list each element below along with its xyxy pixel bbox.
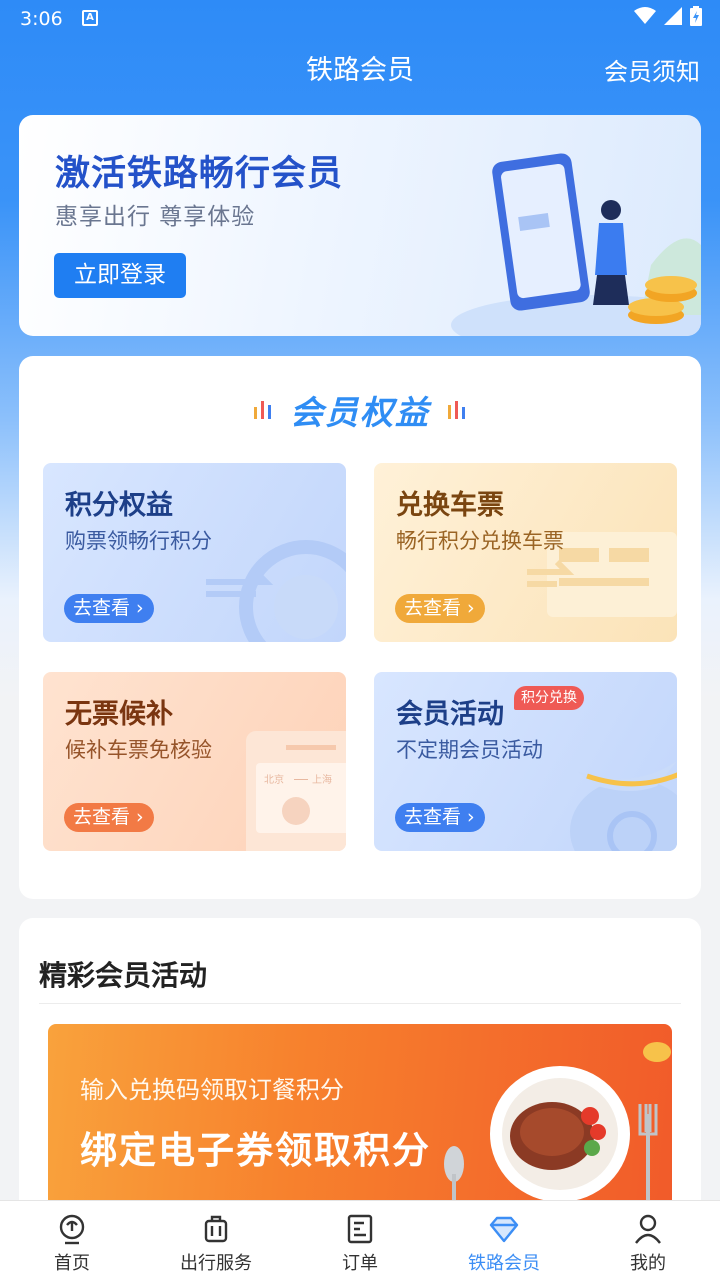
view-button[interactable]: 去查看 ›	[64, 594, 154, 623]
button-label: 去查看	[73, 597, 131, 619]
member-activity-card[interactable]: 积分兑换 会员活动 不定期会员活动 去查看 ›	[374, 672, 677, 851]
phone-person-illustration	[451, 153, 701, 336]
banner-subtitle: 输入兑换码领取订餐积分	[80, 1076, 344, 1104]
status-icons	[634, 6, 702, 26]
hero-title: 激活铁路畅行会员	[55, 154, 344, 194]
benefits-title: 会员权益	[290, 393, 430, 432]
tab-travel-services[interactable]: 出行服务	[144, 1201, 288, 1280]
points-exchange-badge: 积分兑换	[514, 686, 584, 710]
view-button[interactable]: 去查看 ›	[395, 803, 485, 832]
user-icon	[635, 1214, 661, 1244]
tab-orders[interactable]: 订单	[288, 1201, 432, 1280]
decor-bars-icon	[448, 401, 466, 419]
points-benefit-card[interactable]: 积分权益 购票领畅行积分 去查看 ›	[43, 463, 346, 642]
benefits-header: 会员权益	[19, 386, 701, 436]
wifi-icon	[634, 7, 656, 24]
coupon-banner[interactable]: 输入兑换码领取订餐积分 绑定电子券领取积分	[48, 1024, 672, 1214]
member-notice-link[interactable]: 会员须知	[604, 52, 700, 87]
steak-plate-illustration	[444, 1042, 671, 1214]
hero-subtitle: 惠享出行 尊享体验	[55, 204, 256, 230]
tab-label: 我的	[630, 1253, 666, 1274]
decor-bars-icon	[253, 401, 271, 419]
button-label: 去查看	[73, 806, 131, 828]
notification-icon: A	[82, 10, 98, 26]
diamond-icon	[489, 1216, 519, 1243]
tab-railway-member[interactable]: 铁路会员	[432, 1201, 576, 1280]
tab-label: 铁路会员	[468, 1253, 540, 1274]
tab-label: 出行服务	[180, 1253, 252, 1274]
section-title: 精彩会员活动	[39, 959, 208, 992]
exchange-ticket-card[interactable]: 兑换车票 畅行积分兑换车票 去查看 ›	[374, 463, 677, 642]
phone-ticket-illustration: 北京 上海	[246, 731, 346, 851]
battery-icon	[690, 6, 702, 26]
card-title: 会员活动	[396, 699, 504, 730]
nav-bar: 铁路会员 会员须知	[0, 36, 720, 96]
luggage-icon	[204, 1215, 228, 1243]
member-activities-section: 精彩会员活动 输入兑换码领取订餐积分 绑定电子券领取积分	[19, 918, 701, 1218]
card-title: 无票候补	[65, 699, 173, 730]
banner-title: 绑定电子券领取积分	[80, 1129, 431, 1172]
status-time: 3:06	[20, 8, 63, 30]
tab-label: 首页	[54, 1253, 90, 1274]
railway-home-icon	[59, 1214, 85, 1245]
waitlist-card[interactable]: 北京 上海 无票候补 候补车票免核验 去查看 ›	[43, 672, 346, 851]
ticket-from: 北京	[264, 773, 284, 786]
card-title: 兑换车票	[396, 490, 504, 521]
button-label: 去查看	[404, 806, 462, 828]
order-list-icon	[347, 1214, 373, 1244]
coin-circle-illustration	[206, 540, 346, 642]
tab-label: 订单	[342, 1253, 378, 1274]
signal-icon	[664, 7, 682, 25]
card-title: 积分权益	[65, 490, 173, 521]
login-button[interactable]: 立即登录	[54, 253, 186, 298]
tab-home[interactable]: 首页	[0, 1201, 144, 1280]
bottom-tab-bar: 首页 出行服务 订单 铁路会员 我的	[0, 1200, 720, 1280]
view-button[interactable]: 去查看 ›	[64, 803, 154, 832]
activation-banner: 激活铁路畅行会员 惠享出行 尊享体验 立即登录	[19, 115, 701, 336]
card-subtitle: 候补车票免核验	[65, 738, 212, 762]
tab-profile[interactable]: 我的	[576, 1201, 720, 1280]
card-subtitle: 畅行积分兑换车票	[396, 529, 564, 553]
ticket-to: 上海	[312, 773, 332, 786]
member-benefits-section: 会员权益 积分权益 购票领畅行积分 去查看 › 兑换车票 畅行积分兑换车票 去查…	[19, 356, 701, 899]
divider	[39, 1003, 681, 1004]
money-bag-illustration	[570, 761, 677, 851]
button-label: 去查看	[404, 597, 462, 619]
card-subtitle: 不定期会员活动	[396, 738, 543, 762]
card-subtitle: 购票领畅行积分	[65, 529, 212, 553]
status-bar: 3:06 A	[0, 0, 720, 36]
view-button[interactable]: 去查看 ›	[395, 594, 485, 623]
